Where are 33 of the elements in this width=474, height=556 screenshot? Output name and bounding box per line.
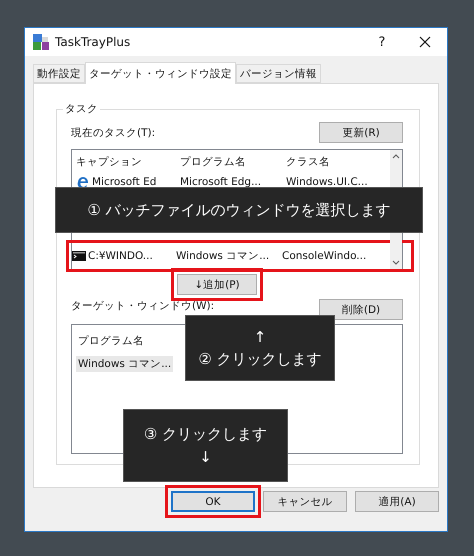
dialog-button[interactable]: OK: [171, 491, 255, 512]
column-header[interactable]: クラス名: [286, 155, 390, 169]
list-cell-text: Windows コマン...: [176, 249, 270, 263]
list-cell-text: ConsoleWindo...: [282, 250, 368, 262]
column-header[interactable]: プログラム名: [76, 333, 146, 349]
tab[interactable]: ターゲット・ウィンドウ設定: [85, 62, 236, 84]
list-cell-text: Microsoft Edg...: [180, 176, 262, 188]
delete-button[interactable]: 削除(D): [319, 299, 403, 320]
callout-text: ② クリックします: [198, 350, 322, 368]
callout-text: ↑: [254, 328, 266, 346]
callout-text: ↓: [199, 448, 212, 466]
close-icon: [419, 36, 431, 48]
callout-text: ③ クリックします: [144, 425, 268, 444]
callout-text: ① バッチファイルのウィンドウを選択します: [87, 200, 391, 220]
tab[interactable]: バージョン情報: [236, 64, 321, 83]
scroll-down-icon[interactable]: [392, 260, 400, 265]
column-header[interactable]: プログラム名: [180, 155, 286, 169]
refresh-button[interactable]: 更新(R): [319, 122, 403, 143]
add-button[interactable]: ↓追加(P): [177, 274, 257, 295]
list-cell-text: Windows.UI.C...: [286, 176, 369, 188]
dialog-button[interactable]: 適用(A): [355, 491, 439, 512]
column-header[interactable]: キャプション: [76, 155, 180, 169]
tab[interactable]: 動作設定: [33, 64, 85, 83]
scroll-up-icon[interactable]: [392, 154, 400, 159]
group-title: タスク: [63, 102, 100, 116]
list-cell[interactable]: C:¥WINDO...: [72, 250, 176, 262]
help-button[interactable]: ?: [367, 34, 397, 50]
app-icon: [33, 34, 49, 50]
field-label: 現在のタスク(T):: [71, 126, 156, 140]
window-title: TaskTrayPlus: [55, 35, 132, 49]
dialog-button[interactable]: キャンセル: [263, 491, 347, 512]
list-cell[interactable]: Windows コマン...: [76, 356, 174, 372]
field-label: ターゲット・ウィンドウ(W):: [71, 299, 214, 313]
